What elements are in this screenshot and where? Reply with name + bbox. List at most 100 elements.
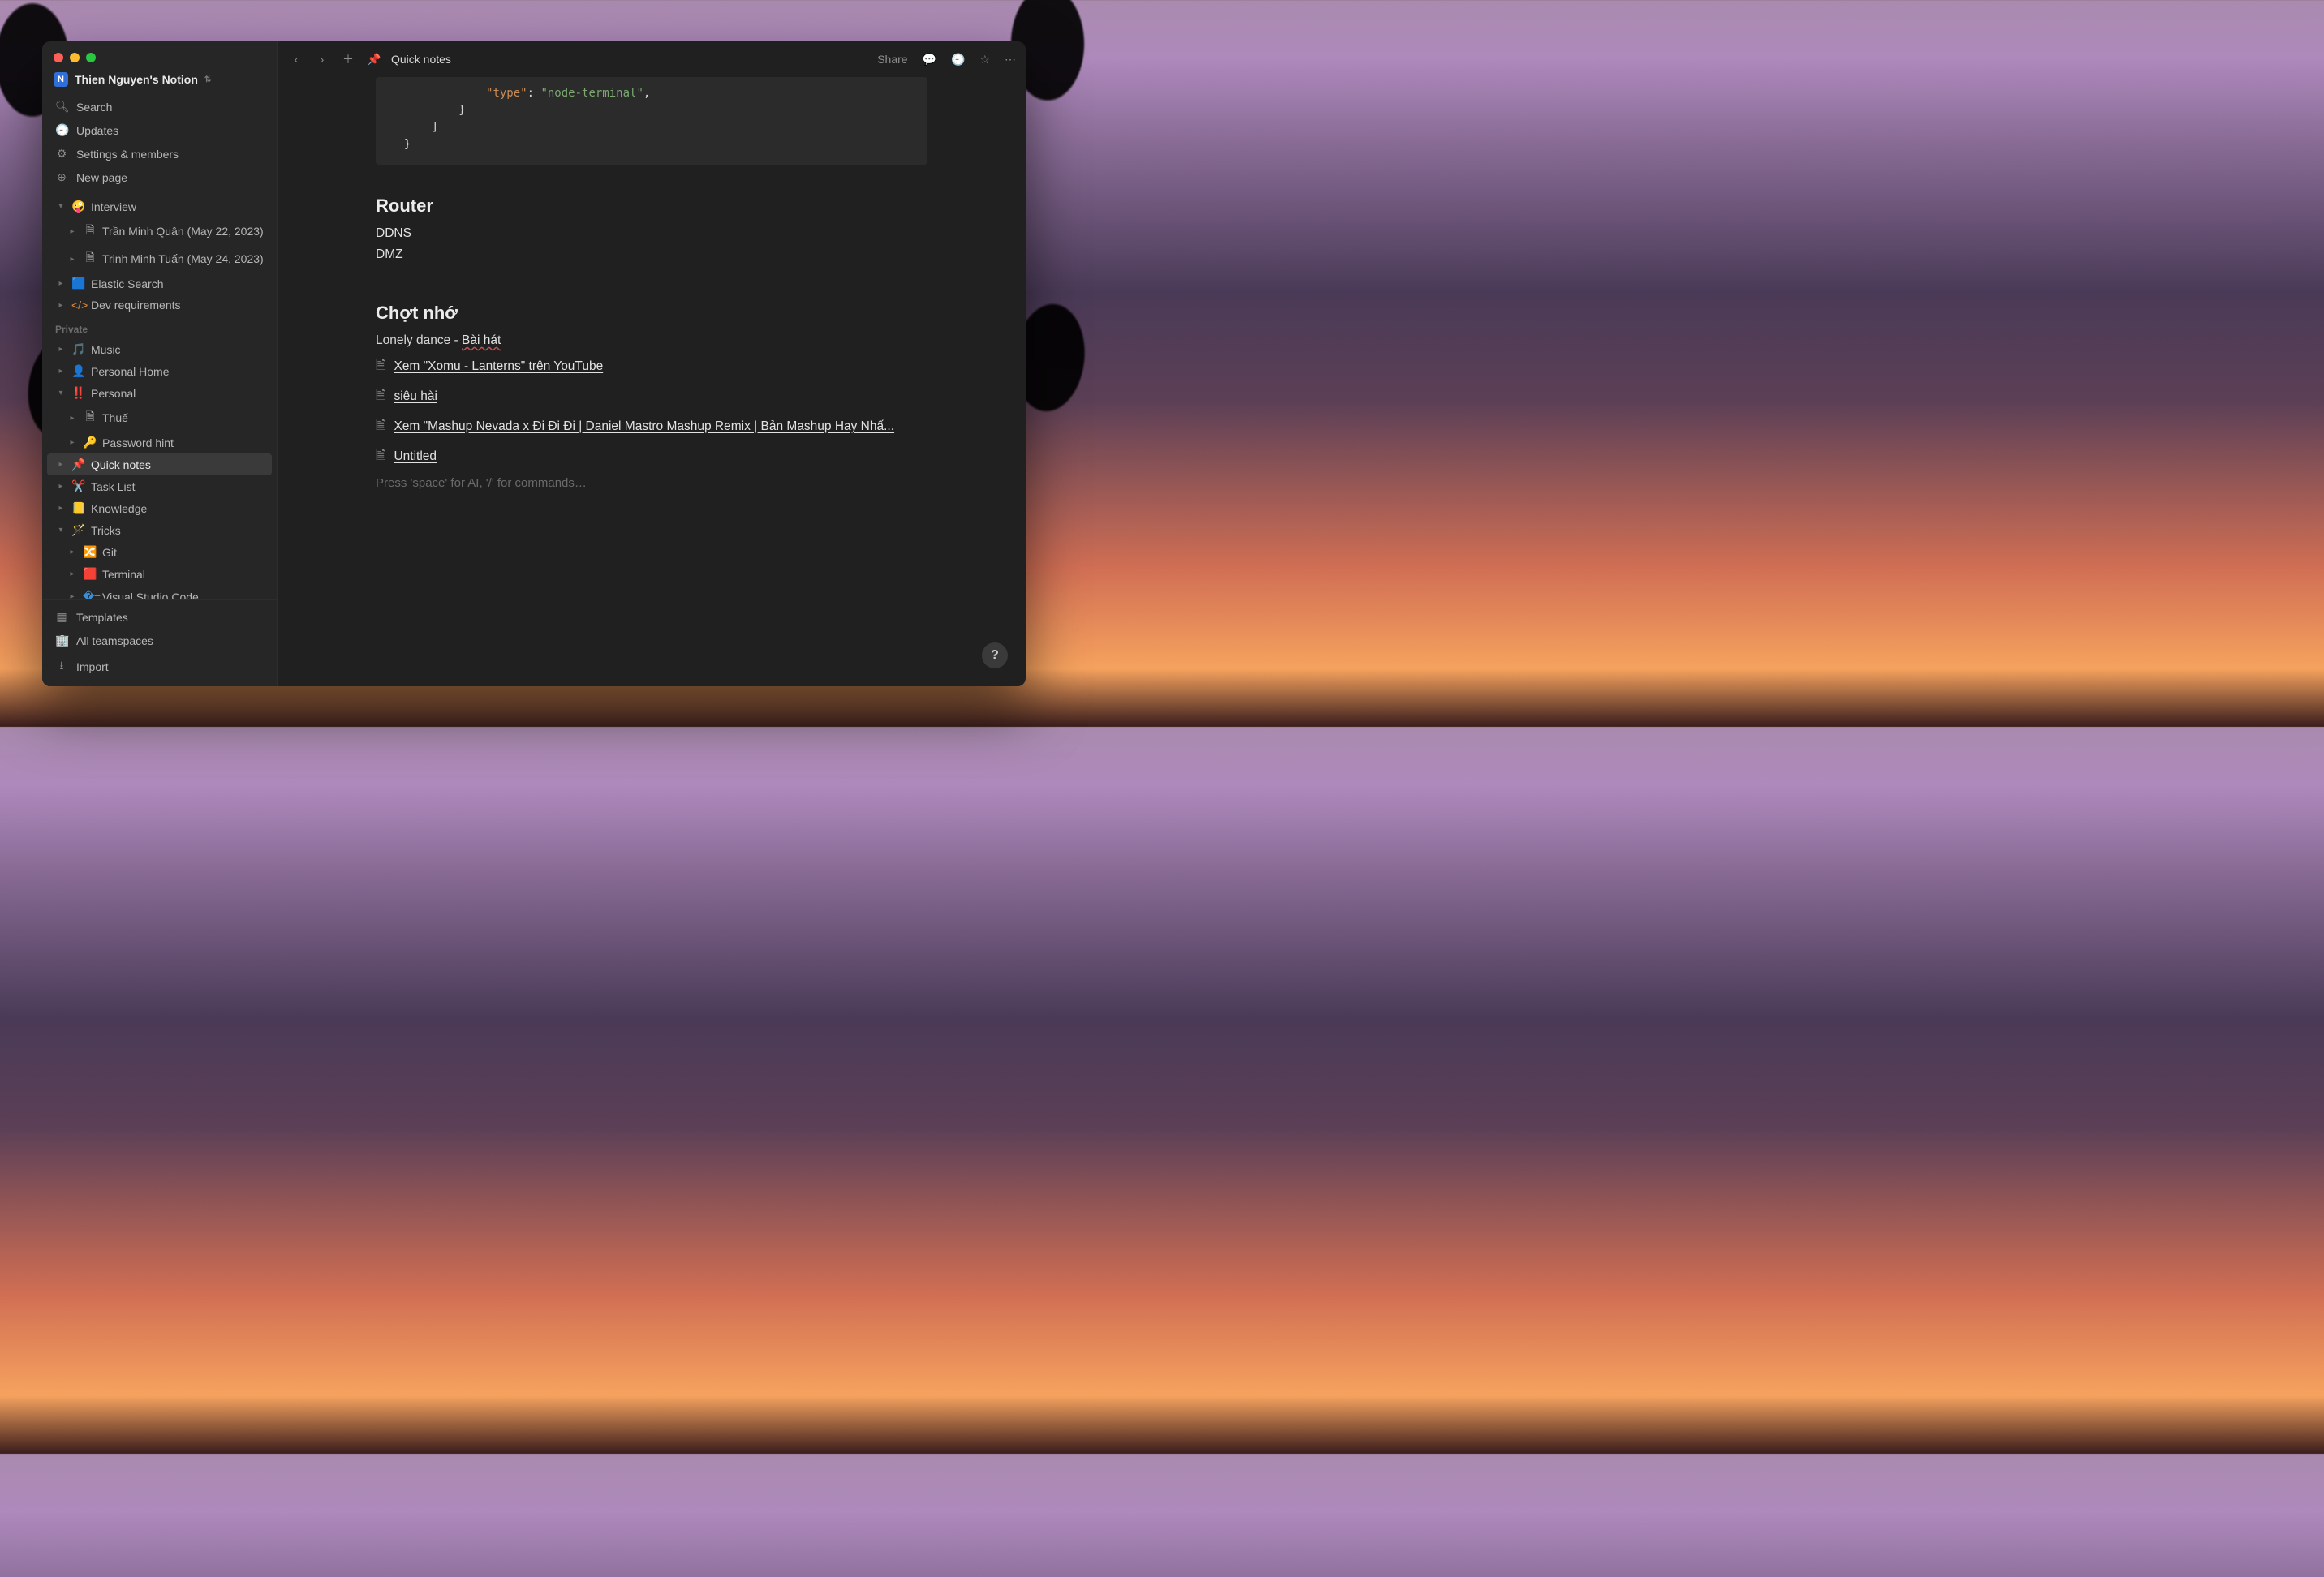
workspace-title: Thien Nguyen's Notion: [75, 73, 198, 86]
chevron-down-icon[interactable]: ▾: [55, 389, 67, 397]
nav-back-button[interactable]: ‹: [287, 53, 305, 66]
download-icon: ⭳: [55, 657, 68, 677]
chevron-right-icon[interactable]: ▸: [55, 345, 67, 354]
minimize-window-button[interactable]: [70, 53, 80, 62]
chevron-right-icon[interactable]: ▸: [67, 592, 78, 599]
nav-templates[interactable]: ▦ Templates: [47, 605, 272, 629]
sidebar-item-thue[interactable]: ▸ 🗎 Thuế: [47, 404, 272, 432]
sidebar-item-music[interactable]: ▸ 🎵 Music: [47, 338, 272, 360]
text-line[interactable]: DDNS: [376, 223, 927, 244]
chevron-right-icon[interactable]: ▸: [67, 227, 78, 236]
sidebar-item-task-list[interactable]: ▸ ✂️ Task List: [47, 475, 272, 497]
document-icon: 🗎: [83, 408, 97, 428]
chevron-right-icon[interactable]: ▸: [67, 414, 78, 423]
sidebar: N Thien Nguyen's Notion ⇅ 🔍︎ Search 🕘 Up…: [42, 41, 278, 686]
nav-settings[interactable]: ⚙ Settings & members: [47, 142, 272, 165]
sidebar-item-interview[interactable]: ▾ 🤪 Interview: [47, 196, 272, 217]
sidebar-item-git[interactable]: ▸ 🔀 Git: [47, 541, 272, 563]
chevron-right-icon[interactable]: ▸: [55, 367, 67, 376]
nav-new-page[interactable]: ⊕ New page: [47, 165, 272, 189]
sidebar-item-personal[interactable]: ▾ ‼️ Personal: [47, 382, 272, 404]
sidebar-item-devreq[interactable]: ▸ </> Dev requirements: [47, 294, 272, 316]
chevron-right-icon[interactable]: ▸: [55, 482, 67, 491]
templates-icon: ▦: [55, 610, 68, 624]
breadcrumb-title[interactable]: Quick notes: [391, 53, 451, 66]
page-link[interactable]: 🗎 Xem "Mashup Nevada x Đi Đi Đi | Daniel…: [376, 411, 927, 441]
page-link[interactable]: 🗎 Untitled: [376, 441, 927, 471]
history-icon[interactable]: 🕘: [951, 53, 965, 67]
comments-icon[interactable]: 💬: [923, 53, 936, 67]
terminal-icon: 🟥: [83, 567, 97, 581]
text-line[interactable]: Lonely dance - Bài hát: [376, 330, 927, 351]
nav-search[interactable]: 🔍︎ Search: [47, 95, 272, 118]
nav-teamspaces[interactable]: 🏢 All teamspaces: [47, 629, 272, 652]
clock-icon: 🕘: [55, 123, 68, 137]
sidebar-footer: ▦ Templates 🏢 All teamspaces ⭳ Import: [42, 599, 277, 686]
editor-placeholder[interactable]: Press 'space' for AI, '/' for commands…: [376, 471, 927, 490]
tree-label: Quick notes: [91, 458, 151, 471]
key-icon: 🔑: [83, 436, 97, 449]
main-area: ‹ › ＋ 📌 Quick notes Share 💬 🕘 ☆ ⋯ . "typ…: [278, 41, 1026, 686]
page-link-title: siêu hài: [394, 389, 437, 404]
sidebar-item-terminal[interactable]: ▸ 🟥 Terminal: [47, 563, 272, 585]
tree-label: Trần Minh Quân (May 22, 2023): [102, 225, 264, 238]
tree-label: Password hint: [102, 436, 174, 449]
heading-router[interactable]: Router: [376, 196, 927, 217]
sidebar-item-interview-1[interactable]: ▸ 🗎 Trần Minh Quân (May 22, 2023): [47, 217, 272, 245]
chevron-right-icon[interactable]: ▸: [55, 279, 67, 288]
code-icon: </>: [71, 299, 86, 312]
help-button[interactable]: ?: [982, 642, 1008, 668]
chevron-right-icon[interactable]: ▸: [55, 301, 67, 310]
tree-label: Task List: [91, 480, 135, 493]
share-button[interactable]: Share: [877, 53, 907, 66]
sidebar-item-quick-notes[interactable]: ▸ 📌 Quick notes: [47, 453, 272, 475]
nav-label: Import: [76, 660, 109, 673]
branch-icon: 🔀: [83, 545, 97, 559]
tree-label: Dev requirements: [91, 299, 181, 312]
notebook-icon: 📒: [71, 501, 86, 515]
sidebar-item-elastic[interactable]: ▸ 🟦 Elastic Search: [47, 273, 272, 294]
exclamation-icon: ‼️: [71, 386, 86, 400]
chevron-right-icon[interactable]: ▸: [67, 548, 78, 556]
sidebar-item-tricks[interactable]: ▾ 🪄 Tricks: [47, 519, 272, 541]
sidebar-item-interview-2[interactable]: ▸ 🗎 Trịnh Minh Tuấn (May 24, 2023): [47, 245, 272, 273]
nav-updates[interactable]: 🕘 Updates: [47, 118, 272, 142]
more-icon[interactable]: ⋯: [1005, 53, 1016, 67]
chevron-down-icon[interactable]: ▾: [55, 202, 67, 211]
building-icon: 🏢: [55, 634, 68, 647]
code-block[interactable]: . "type": "node-terminal", } ] }: [376, 77, 927, 165]
sidebar-item-password-hint[interactable]: ▸ 🔑 Password hint: [47, 432, 272, 453]
page-link[interactable]: 🗎 siêu hài: [376, 381, 927, 411]
document-icon: 🗎: [376, 385, 385, 407]
chevron-right-icon[interactable]: ▸: [67, 438, 78, 447]
nav-label: Updates: [76, 124, 118, 137]
star-icon[interactable]: ☆: [979, 53, 990, 67]
gear-icon: ⚙: [55, 147, 68, 161]
tree-label: Interview: [91, 200, 136, 213]
chevron-right-icon[interactable]: ▸: [55, 504, 67, 513]
document-icon: 🗎: [376, 445, 385, 467]
fullscreen-window-button[interactable]: [86, 53, 96, 62]
chevron-right-icon[interactable]: ▸: [67, 255, 78, 264]
private-section-label: Private: [47, 316, 272, 338]
close-window-button[interactable]: [54, 53, 63, 62]
chevron-right-icon[interactable]: ▸: [55, 460, 67, 469]
chevron-down-icon[interactable]: ▾: [55, 526, 67, 535]
document-icon: 🗎: [83, 249, 97, 269]
sidebar-item-vscode[interactable]: ▸ �ⲻ Visual Studio Code: [47, 585, 272, 599]
page-content[interactable]: . "type": "node-terminal", } ] } Router …: [278, 77, 1026, 686]
magic-icon: 🪄: [71, 523, 86, 537]
page-link[interactable]: 🗎 Xem "Xomu - Lanterns" trên YouTube: [376, 351, 927, 381]
heading-chot-nho[interactable]: Chợt nhớ: [376, 303, 927, 324]
tree-label: Visual Studio Code: [102, 591, 199, 600]
nav-forward-button[interactable]: ›: [313, 53, 331, 66]
tree-label: Personal: [91, 387, 136, 400]
new-tab-button[interactable]: ＋: [339, 51, 357, 67]
workspace-switcher[interactable]: N Thien Nguyen's Notion ⇅: [42, 69, 277, 95]
tree-label: Thuế: [102, 411, 128, 424]
nav-import[interactable]: ⭳ Import: [47, 652, 272, 681]
sidebar-item-knowledge[interactable]: ▸ 📒 Knowledge: [47, 497, 272, 519]
chevron-right-icon[interactable]: ▸: [67, 569, 78, 578]
sidebar-item-personal-home[interactable]: ▸ 👤 Personal Home: [47, 360, 272, 382]
text-line[interactable]: DMZ: [376, 244, 927, 265]
